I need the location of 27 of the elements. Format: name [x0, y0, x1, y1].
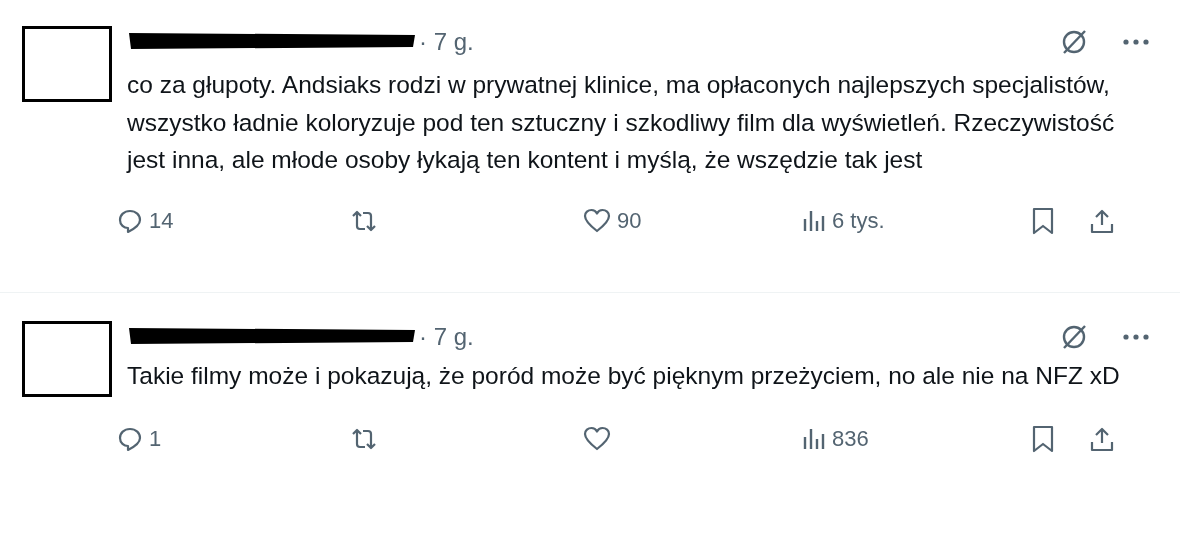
slashed-circle-icon[interactable] — [1060, 28, 1088, 56]
timestamp[interactable]: · 7 g. — [419, 28, 474, 56]
action-count: 836 — [832, 425, 869, 452]
avatar-placeholder[interactable] — [22, 26, 112, 102]
bookmark-icon[interactable] — [1032, 424, 1054, 453]
bar-chart-icon[interactable] — [802, 208, 826, 233]
tweet-text: Takie filmy może i pokazują, że poród może być pięknym przeżyciem, no ale nie na NFZ xD — [127, 361, 1121, 391]
reply-icon[interactable] — [117, 207, 143, 234]
reply-icon[interactable] — [117, 425, 143, 452]
more-icon[interactable] — [1122, 38, 1150, 46]
avatar-placeholder[interactable] — [22, 321, 112, 397]
bar-chart-icon[interactable] — [802, 426, 826, 451]
timestamp[interactable]: · 7 g. — [419, 323, 474, 351]
bookmark-icon[interactable] — [1032, 206, 1054, 235]
slashed-circle-icon[interactable] — [1060, 323, 1088, 351]
repost-icon[interactable] — [350, 208, 378, 233]
tweet-text: co za głupoty. Andsiaks rodzi w prywatnej klinice, ma opłaconych najlepszych specjalistów, wszystko ładnie koloryzuje pod ten sztuczny i szkodliwy film dla wyświetleń. Rzeczywistość jest inna, ale młode osoby łykają ten kontent i myślą, że wszędzie tak jest — [127, 70, 1116, 175]
share-icon[interactable] — [1090, 425, 1114, 452]
heart-icon[interactable] — [583, 207, 611, 234]
action-count: 6 tys. — [832, 207, 885, 234]
action-count: 1 — [149, 425, 162, 452]
more-icon[interactable] — [1122, 333, 1150, 341]
repost-icon[interactable] — [350, 426, 378, 451]
action-count: 90 — [617, 207, 642, 234]
action-count: 14 — [149, 207, 174, 234]
share-icon[interactable] — [1090, 207, 1114, 234]
heart-icon[interactable] — [583, 425, 611, 452]
